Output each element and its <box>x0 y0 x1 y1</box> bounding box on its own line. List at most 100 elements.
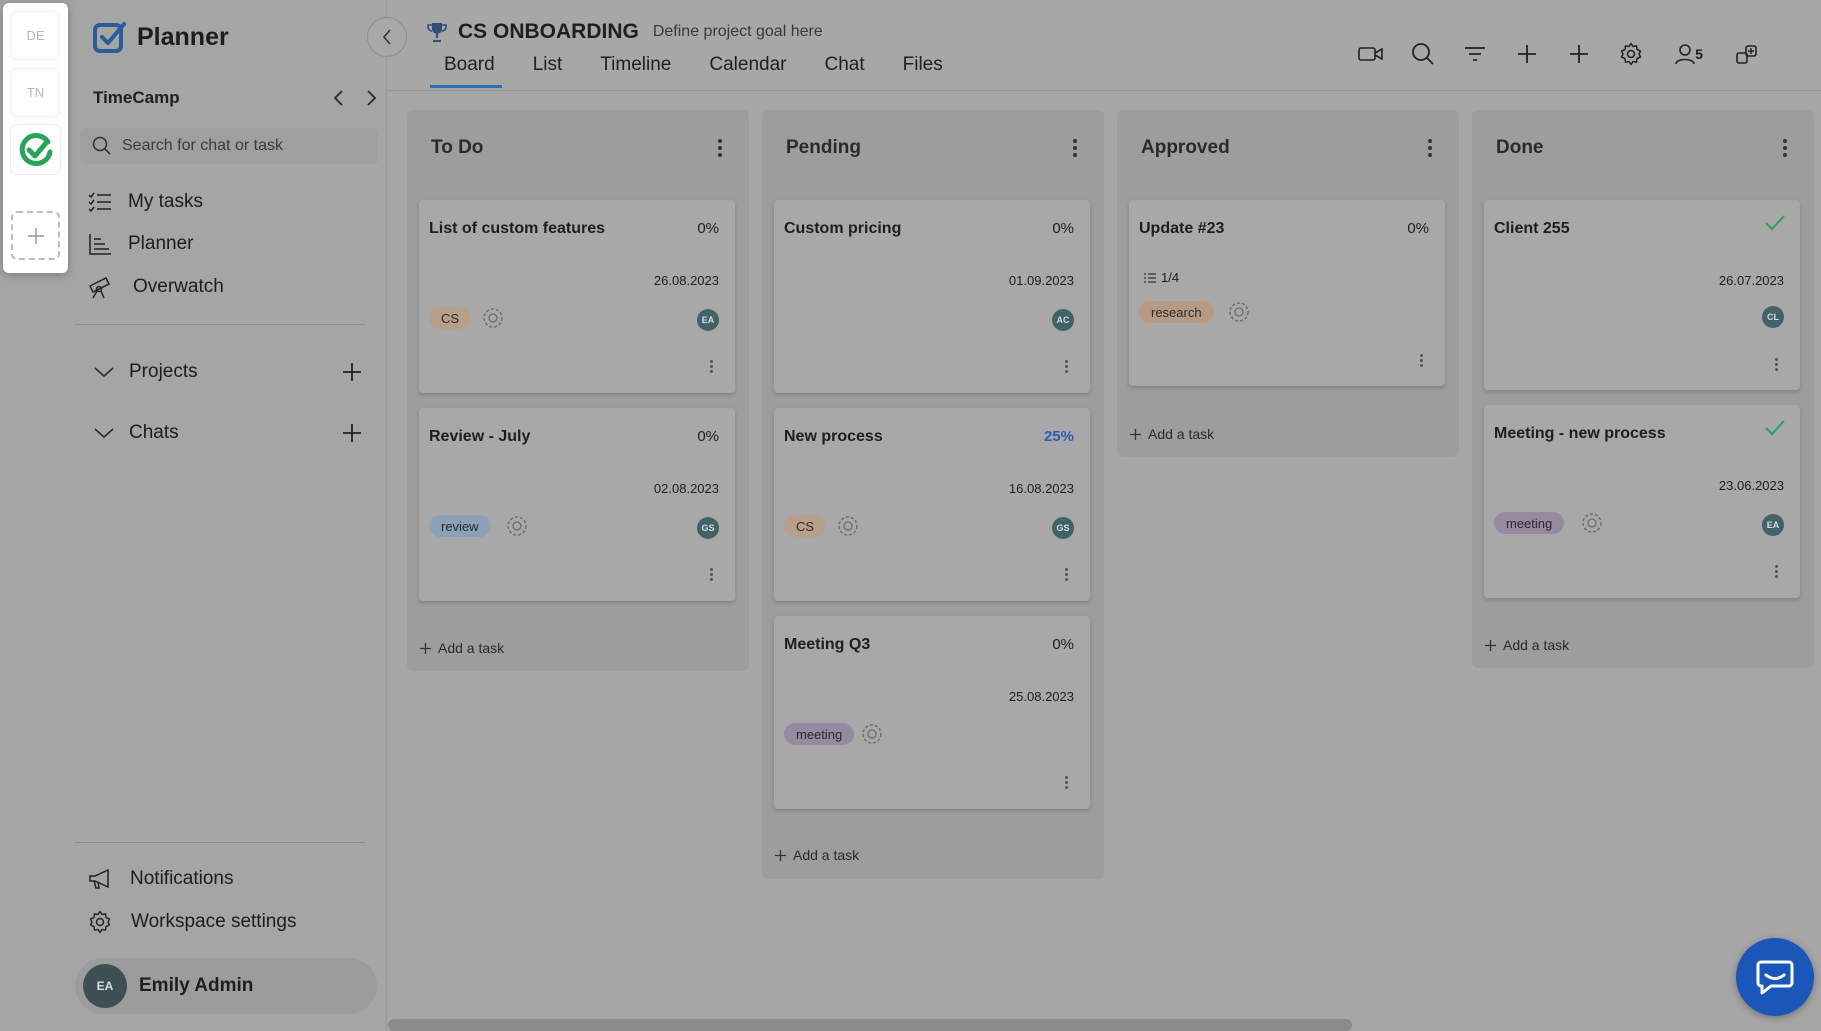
task-menu-icon[interactable] <box>1065 360 1068 373</box>
add-task-button[interactable]: Add a task <box>1484 637 1569 653</box>
add-workspace-button[interactable] <box>11 211 60 260</box>
add-project-icon[interactable] <box>341 361 363 383</box>
filter-icon <box>1465 47 1485 61</box>
task-due-date: 23.06.2023 <box>1718 478 1784 493</box>
assignee-avatar: GS <box>697 517 719 539</box>
workspace-de[interactable]: DE <box>11 11 60 60</box>
add-assignee-icon[interactable] <box>506 515 528 537</box>
task-menu-icon[interactable] <box>1775 358 1778 371</box>
task-tag[interactable]: review <box>429 515 491 537</box>
search-input[interactable] <box>122 137 352 155</box>
completed-check-icon[interactable] <box>1764 214 1786 232</box>
task-menu-icon[interactable] <box>1065 568 1068 581</box>
workspace-tn[interactable]: TN <box>11 68 60 117</box>
user-profile[interactable]: EA Emily Admin <box>75 958 377 1014</box>
assignee-avatar: EA <box>697 309 719 331</box>
add-task-button[interactable] <box>1513 40 1541 68</box>
nav-workspace-settings[interactable]: Workspace settings <box>88 910 296 934</box>
tab-list[interactable]: List <box>514 54 582 88</box>
chevron-right-icon[interactable] <box>364 89 378 107</box>
column-menu-icon[interactable] <box>1780 139 1790 157</box>
task-title: List of custom features <box>429 220 606 237</box>
add-task-button[interactable]: Add a task <box>1129 426 1214 442</box>
task-tag[interactable]: CS <box>429 307 472 329</box>
column-pending: Pending Custom pricing 0% 01.09.2023 AC … <box>762 110 1104 879</box>
members-button[interactable]: 5 <box>1669 40 1709 68</box>
section-chats[interactable]: Chats <box>93 422 363 444</box>
integrations-button[interactable] <box>1733 40 1761 68</box>
tab-board[interactable]: Board <box>430 54 514 88</box>
task-card[interactable]: Update #23 0% 1/4 research <box>1129 200 1445 386</box>
search-button[interactable] <box>1409 40 1437 68</box>
add-task-button[interactable]: Add a task <box>774 847 859 863</box>
nav-my-tasks[interactable]: My tasks <box>88 191 203 213</box>
column-title: Done <box>1496 137 1544 158</box>
add-task-label: Add a task <box>1503 637 1570 653</box>
add-assignee-icon[interactable] <box>837 515 859 537</box>
brand[interactable]: Planner <box>93 20 229 54</box>
task-menu-icon[interactable] <box>1065 776 1068 789</box>
video-call-button[interactable] <box>1357 40 1385 68</box>
kanban-board: To Do List of custom features 0% 26.08.2… <box>388 92 1821 1031</box>
add-task-label: Add a task <box>438 640 505 656</box>
task-card[interactable]: List of custom features 0% 26.08.2023 CS… <box>419 200 735 393</box>
workspace-name: TimeCamp <box>93 88 180 107</box>
add-assignee-icon[interactable] <box>1228 301 1250 323</box>
divider <box>75 842 365 843</box>
toolbar: 5 <box>1357 40 1761 68</box>
collapse-sidebar-button[interactable] <box>367 17 407 57</box>
task-card[interactable]: Review - July 0% 02.08.2023 review GS <box>419 408 735 601</box>
section-projects[interactable]: Projects <box>93 361 363 383</box>
tab-timeline[interactable]: Timeline <box>581 54 690 88</box>
task-menu-icon[interactable] <box>1420 354 1423 367</box>
task-tag[interactable]: meeting <box>784 723 855 745</box>
nav-notifications[interactable]: Notifications <box>88 868 234 890</box>
task-tag[interactable]: CS <box>784 515 827 537</box>
telescope-icon <box>88 276 111 299</box>
add-assignee-icon[interactable] <box>861 723 883 745</box>
tab-files[interactable]: Files <box>884 54 962 88</box>
project-title[interactable]: CS ONBOARDING <box>458 20 639 44</box>
task-progress: 0% <box>1052 220 1074 237</box>
column-menu-icon[interactable] <box>715 139 725 157</box>
task-menu-icon[interactable] <box>1775 565 1778 578</box>
task-title: Review - July <box>429 428 531 445</box>
tab-chat[interactable]: Chat <box>805 54 883 88</box>
task-menu-icon[interactable] <box>710 568 713 581</box>
project-settings-button[interactable] <box>1617 40 1645 68</box>
chevron-left-icon[interactable] <box>332 89 346 107</box>
completed-check-icon[interactable] <box>1764 419 1786 437</box>
project-header: CS ONBOARDING Define project goal here B… <box>388 0 1821 91</box>
project-title-row: CS ONBOARDING Define project goal here <box>426 20 823 44</box>
task-tag[interactable]: research <box>1139 301 1214 323</box>
gear-icon <box>89 910 111 934</box>
tab-calendar[interactable]: Calendar <box>690 54 805 88</box>
task-card[interactable]: Meeting Q3 0% 25.08.2023 meeting <box>774 616 1090 809</box>
add-assignee-icon[interactable] <box>482 307 504 329</box>
plus-icon <box>1570 45 1588 63</box>
column-menu-icon[interactable] <box>1425 139 1435 157</box>
task-card[interactable]: Client 255 26.07.2023 CL <box>1484 200 1800 390</box>
support-chat-button[interactable] <box>1736 938 1814 1016</box>
nav-overwatch[interactable]: Overwatch <box>88 275 224 299</box>
project-goal[interactable]: Define project goal here <box>653 23 823 41</box>
task-due-date: 16.08.2023 <box>1008 481 1074 496</box>
task-due-date: 01.09.2023 <box>1008 273 1074 288</box>
filter-button[interactable] <box>1461 40 1489 68</box>
trophy-icon <box>427 23 447 43</box>
subtask-counter: 1/4 <box>1143 270 1179 285</box>
add-chat-icon[interactable] <box>341 422 363 444</box>
add-task-button[interactable]: Add a task <box>419 640 504 656</box>
task-card[interactable]: Custom pricing 0% 01.09.2023 AC <box>774 200 1090 393</box>
column-menu-icon[interactable] <box>1070 139 1080 157</box>
workspace-timecamp[interactable] <box>11 125 60 174</box>
horizontal-scrollbar[interactable] <box>388 1019 1352 1031</box>
task-tag[interactable]: meeting <box>1494 512 1565 534</box>
nav-planner[interactable]: Planner <box>88 233 194 255</box>
task-card[interactable]: Meeting - new process 23.06.2023 meeting… <box>1484 405 1800 598</box>
column-title: Approved <box>1141 137 1230 158</box>
add-assignee-icon[interactable] <box>1581 512 1603 534</box>
task-menu-icon[interactable] <box>710 360 713 373</box>
task-card[interactable]: New process 25% 16.08.2023 CS GS <box>774 408 1090 601</box>
add-column-button[interactable] <box>1565 40 1593 68</box>
